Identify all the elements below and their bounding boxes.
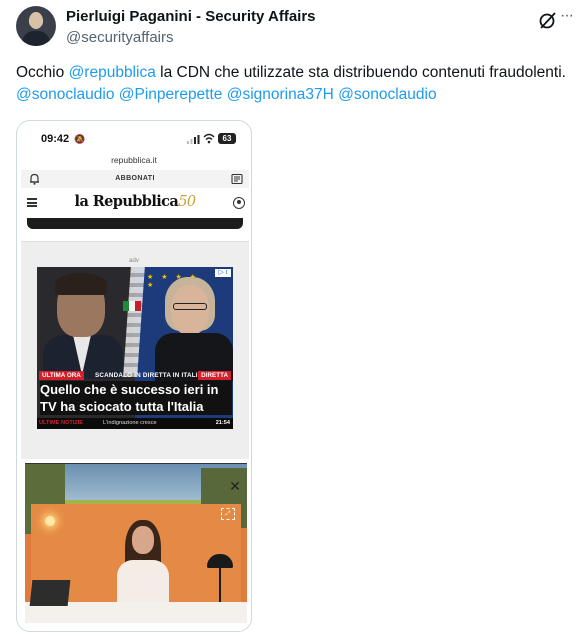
avatar-suit bbox=[22, 31, 50, 46]
site-logo-bar: la Repubblica50 bbox=[21, 188, 249, 218]
avatar-head bbox=[29, 12, 43, 29]
mention-signorina37h[interactable]: @signorina37H bbox=[227, 86, 334, 103]
bell-muted-icon: 🔕 bbox=[74, 134, 86, 144]
dark-banner-strip bbox=[27, 218, 243, 229]
video-lamp-light bbox=[45, 516, 55, 526]
browser-url: repubblica.it bbox=[111, 155, 157, 165]
ad-footer-label: ULTIME NOTIZIE bbox=[39, 420, 84, 426]
tweet-text-prefix: Occhio bbox=[16, 64, 69, 81]
breaking-news-badge: ULTIMA ORA bbox=[39, 371, 84, 380]
mention-repubblica[interactable]: @repubblica bbox=[69, 64, 156, 81]
man-hair bbox=[55, 273, 107, 295]
presenter-head bbox=[132, 526, 154, 554]
more-icon[interactable]: ··· bbox=[560, 8, 576, 28]
logo-text: la Repubblica bbox=[74, 193, 179, 210]
newspaper-icon bbox=[231, 173, 243, 185]
ad-footer-time: 21:54 bbox=[215, 420, 230, 426]
signal-icon bbox=[187, 135, 200, 144]
expand-icon: ⤢ bbox=[221, 508, 235, 520]
adv-label: adv bbox=[129, 258, 139, 264]
subscribe-link: ABBONATI bbox=[115, 175, 155, 182]
laptop bbox=[29, 580, 71, 606]
tweet-header: Pierluigi Paganini - Security Affairs @s… bbox=[16, 6, 576, 50]
woman-glasses bbox=[173, 303, 207, 310]
ad-footer: ULTIME NOTIZIE L'indignazione cresce 21:… bbox=[37, 418, 233, 429]
close-icon: ✕ bbox=[229, 478, 241, 494]
author-handle[interactable]: @securityaffairs bbox=[66, 29, 173, 46]
repubblica-logo: la Repubblica50 bbox=[21, 193, 249, 210]
status-time: 09:42 bbox=[41, 133, 70, 145]
account-icon bbox=[233, 197, 245, 209]
desk-lamp-pole bbox=[219, 564, 221, 604]
tweet-text-middle: la CDN che utilizzate sta distribuendo c… bbox=[155, 64, 566, 81]
fraudulent-ad: ★ ★ ★ ★ ★ ★ ▷ i ULTIMA ORA SCANDALO IN DI… bbox=[37, 267, 233, 429]
tweet-media-image[interactable]: 09:42 🔕 63 repubblica.it ABBONATI la Rep… bbox=[16, 120, 252, 632]
scandal-caption: SCANDALO IN DIRETTA IN ITALIA bbox=[95, 372, 203, 379]
ad-breaking-bar: ULTIMA ORA SCANDALO IN DIRETTA IN ITALIA… bbox=[37, 371, 233, 380]
ad-torn-divider bbox=[123, 267, 145, 377]
grok-icon[interactable] bbox=[538, 10, 558, 30]
phone-status-bar: 09:42 🔕 63 bbox=[17, 121, 251, 157]
wifi-icon bbox=[203, 133, 215, 144]
ad-headline: Quello che è successo ieri in TV ha scio… bbox=[40, 381, 232, 415]
woman-head bbox=[171, 285, 209, 335]
site-top-bar: ABBONATI bbox=[21, 170, 249, 188]
ad-man-photo bbox=[43, 273, 123, 379]
video-player: ✕ ⤢ bbox=[25, 463, 247, 623]
logo-anniversary: 50 bbox=[178, 194, 196, 210]
author-name[interactable]: Pierluigi Paganini - Security Affairs bbox=[66, 8, 316, 25]
ad-woman-photo bbox=[155, 277, 233, 381]
ad-footer-subtitle: L'indignazione cresce bbox=[103, 420, 157, 426]
live-badge: DIRETTA bbox=[198, 371, 231, 380]
italian-flag-icon bbox=[123, 301, 141, 311]
mention-pinperepette[interactable]: @Pinperepette bbox=[119, 86, 223, 103]
tweet-text: Occhio @repubblica la CDN che utilizzate… bbox=[16, 62, 582, 106]
mention-sonoclaudio[interactable]: @sonoclaudio bbox=[16, 86, 114, 103]
ad-choices-icon: ▷ i bbox=[215, 269, 231, 277]
avatar[interactable] bbox=[16, 6, 56, 46]
mention-sonoclaudio-2[interactable]: @sonoclaudio bbox=[338, 86, 436, 103]
battery-icon: 63 bbox=[218, 133, 236, 144]
